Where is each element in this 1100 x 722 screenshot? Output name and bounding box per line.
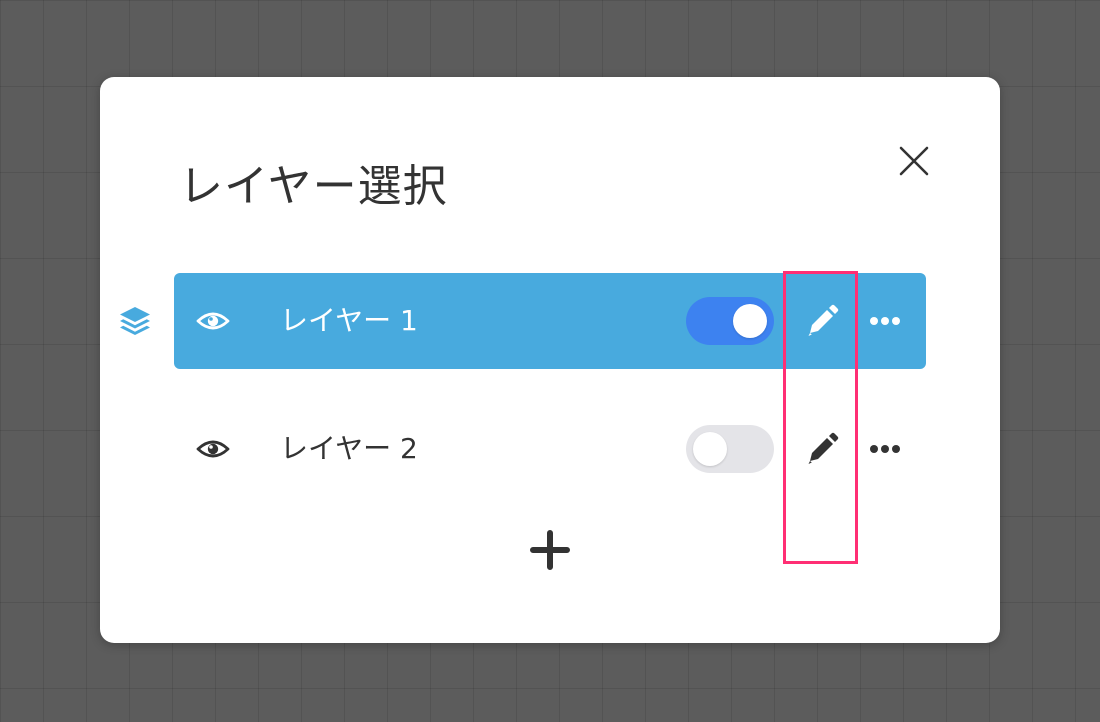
layer-name: レイヤー 2 [280,432,418,465]
layer-select-dialog: レイヤー選択 レイヤー 1 レイヤー 2 [100,77,1000,643]
pencil-icon[interactable] [804,303,840,339]
more-horizontal-icon[interactable] [866,431,904,467]
layer-toggle[interactable] [686,425,774,473]
pencil-icon[interactable] [804,431,840,467]
more-horizontal-icon[interactable] [866,303,904,339]
layer-name: レイヤー 1 [280,304,418,337]
toggle-knob [693,432,727,466]
dialog-title: レイヤー選択 [179,161,448,212]
toggle-knob [733,304,767,338]
layer-toggle[interactable] [686,297,774,345]
plus-icon[interactable] [528,528,572,572]
eye-icon[interactable] [196,306,230,336]
close-icon [899,146,929,176]
close-button[interactable] [896,143,932,179]
eye-icon[interactable] [196,434,230,464]
layer-row-1[interactable]: レイヤー 1 [120,273,926,369]
layer-row-2[interactable]: レイヤー 2 [174,401,926,497]
layers-icon [120,307,150,335]
